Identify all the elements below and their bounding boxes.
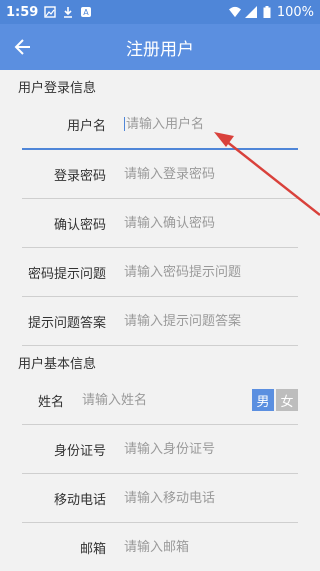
email-input[interactable] [124,535,298,559]
gender-male-button[interactable]: 男 [252,389,274,411]
password-hint-question-row: 密码提示问题 [22,248,298,297]
username-row: 用户名 [22,100,298,150]
back-button[interactable] [0,24,46,70]
confirm-password-input[interactable] [124,211,298,235]
username-input[interactable] [126,112,298,136]
section-title-basic: 用户基本信息 [18,357,97,372]
name-row: 姓名 男 女 [22,376,298,425]
email-row: 邮箱 [22,523,298,571]
id-number-label: 身份证号 [53,443,106,459]
gender-selector: 男 女 [252,389,298,411]
hint-answer-row: 提示问题答案 [22,297,298,346]
section-title-login: 用户登录信息 [18,81,97,96]
email-label: 邮箱 [79,541,106,557]
password-hint-question-label: 密码提示问题 [27,266,106,282]
status-bar: 1:59 A 100% [0,0,320,24]
name-input[interactable] [82,388,252,412]
id-number-input[interactable] [124,437,298,461]
login-password-row: 登录密码 [22,150,298,199]
wifi-icon [228,6,241,18]
hint-answer-label: 提示问题答案 [27,315,106,331]
battery-icon [261,6,273,18]
confirm-password-label: 确认密码 [53,217,106,233]
login-password-label: 登录密码 [53,168,106,184]
arrow-left-icon [14,39,30,55]
confirm-password-row: 确认密码 [22,199,298,248]
name-label: 姓名 [37,394,64,410]
text-caret [124,117,125,131]
hint-answer-input[interactable] [124,309,298,333]
svg-text:A: A [84,8,90,17]
app-notification-icon: A [80,6,92,18]
battery-level: 100% [276,4,314,20]
id-number-row: 身份证号 [22,425,298,474]
username-label: 用户名 [66,118,106,134]
password-hint-question-input[interactable] [124,260,298,284]
mobile-phone-input[interactable] [124,486,298,510]
status-time: 1:59 [6,4,39,20]
image-notification-icon [44,6,57,18]
signal-icon [244,6,257,18]
download-icon [62,6,74,18]
page-title: 注册用户 [126,39,194,60]
app-bar: 注册用户 [0,24,320,70]
gender-female-button[interactable]: 女 [276,389,298,411]
login-password-input[interactable] [124,162,298,186]
mobile-phone-row: 移动电话 [22,474,298,523]
mobile-phone-label: 移动电话 [53,492,106,508]
